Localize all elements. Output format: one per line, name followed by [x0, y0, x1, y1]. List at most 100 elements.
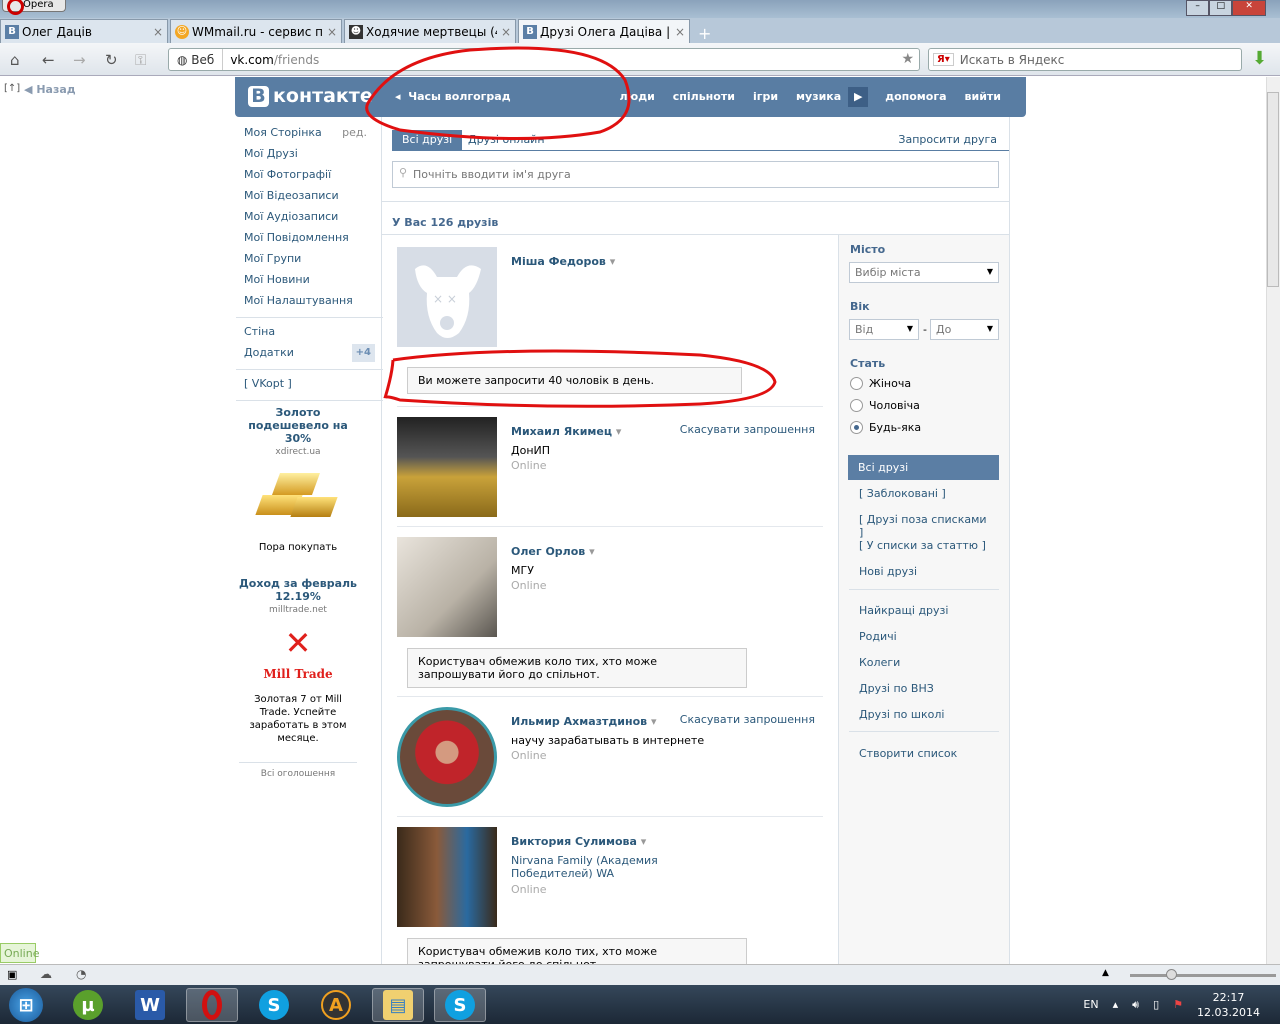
list-by-sex[interactable]: [ У списки за статтю ] — [839, 533, 1010, 558]
yandex-search-input[interactable]: Я▾ Искать в Яндекс — [928, 48, 1242, 71]
start-button[interactable]: ⊞ — [0, 988, 52, 1022]
list-new-friends[interactable]: Нові друзі — [839, 559, 1010, 584]
city-select[interactable]: Вибір міста — [849, 262, 999, 283]
panel-toggle-icon[interactable]: ▣ — [7, 968, 17, 981]
sidebar-item-news[interactable]: Мої Новини — [244, 273, 375, 294]
list-unlisted[interactable]: [ Друзі поза списками ] — [839, 507, 1010, 539]
friend-name[interactable]: Міша Федоров — [511, 255, 615, 268]
back-arrow-icon[interactable]: ← — [42, 51, 55, 69]
friend-name[interactable]: Ильмир Ахмазтдинов — [511, 715, 656, 728]
explorer-taskbar-icon[interactable]: ▤ — [372, 988, 424, 1022]
invite-friend-link[interactable]: Запросити друга — [898, 133, 997, 146]
web-badge[interactable]: ◍ Веб — [169, 49, 224, 70]
sidebar-item-messages[interactable]: Мої Повідомлення — [244, 231, 375, 252]
new-tab-button[interactable]: + — [692, 24, 717, 43]
volume-icon[interactable]: 🔊︎ — [1132, 998, 1139, 1012]
friend-photo[interactable] — [397, 707, 497, 807]
opera-taskbar-icon[interactable] — [186, 988, 238, 1022]
zoom-slider[interactable] — [1130, 969, 1276, 980]
minimize-button[interactable]: – — [1186, 0, 1210, 16]
speed-dial-icon[interactable]: ◔ — [76, 967, 86, 981]
nav-music[interactable]: музика — [787, 90, 850, 107]
nav-logout[interactable]: вийти — [956, 90, 1010, 107]
list-blocked[interactable]: [ Заблоковані ] — [839, 481, 1010, 506]
tab-friends-online[interactable]: Друзі онлайн — [458, 130, 555, 151]
sidebar-item-groups[interactable]: Мої Групи — [244, 252, 375, 273]
friend-name[interactable]: Олег Орлов — [511, 545, 595, 558]
age-to-select[interactable]: До — [930, 319, 999, 340]
sidebar-item-my-page[interactable]: Моя Сторінка ред. — [244, 126, 375, 147]
home-icon[interactable]: ⌂ — [10, 51, 20, 69]
gold-bars-image[interactable] — [254, 465, 342, 535]
reload-icon[interactable]: ↻ — [105, 51, 118, 69]
sidebar-item-photos[interactable]: Мої Фотографії — [244, 168, 375, 189]
tab-all-friends[interactable]: Всі друзі — [392, 130, 463, 151]
nav-communities[interactable]: спільноти — [664, 90, 744, 107]
sidebar-item-friends[interactable]: Мої Друзі — [244, 147, 375, 168]
sidebar-item-apps[interactable]: Додатки +4 — [244, 344, 375, 367]
friend-name[interactable]: Михаил Якимец — [511, 425, 621, 438]
action-center-icon[interactable]: ⚑ — [1173, 998, 1183, 1011]
ad-gold[interactable]: Золото подешевело на 30% xdirect.ua Пора… — [239, 406, 357, 554]
browser-tab-active[interactable]: ВДрузі Олега Даціва | 1... × — [518, 19, 690, 43]
close-window-button[interactable]: ✕ — [1232, 0, 1266, 16]
sex-female-radio[interactable]: Жіноча — [850, 377, 911, 390]
skype-taskbar-icon[interactable]: S — [248, 988, 300, 1022]
opera-menu-button[interactable]: Opera — [2, 0, 66, 15]
browser-tab[interactable]: ☻Ходячие мертвецы (4 ... × — [344, 19, 516, 43]
close-tab-icon[interactable]: × — [501, 25, 511, 39]
header-back-link[interactable]: ◂ Часы волгоград — [395, 90, 511, 103]
friend-name[interactable]: Виктория Сулимова — [511, 835, 646, 848]
friend-group-link[interactable]: Nirvana Family (Академия Победителей) WA — [511, 854, 721, 880]
list-university[interactable]: Друзі по ВНЗ — [839, 676, 1010, 701]
sidebar-item-audio[interactable]: Мої Аудіозаписи — [244, 210, 375, 231]
bookmark-star-icon[interactable]: ★ — [901, 51, 914, 67]
nav-help[interactable]: допомога — [876, 90, 955, 107]
word-taskbar-icon[interactable]: W — [124, 988, 176, 1022]
up-arrow-icon[interactable]: ▲ — [1102, 968, 1109, 978]
age-from-select[interactable]: Від — [849, 319, 919, 340]
edit-link[interactable]: ред. — [342, 126, 367, 140]
key-icon[interactable]: ⚿ — [135, 51, 146, 69]
clock[interactable]: 22:17 12.03.2014 — [1197, 990, 1260, 1020]
vk-logo[interactable]: Вконтакте — [248, 85, 373, 107]
list-relatives[interactable]: Родичі — [839, 624, 1010, 649]
scrollbar-thumb[interactable] — [1267, 92, 1279, 287]
close-tab-icon[interactable]: × — [675, 25, 685, 39]
ad-milltrade[interactable]: Доход за февраль 12.19% milltrade.net ✕ … — [239, 577, 357, 745]
friend-photo[interactable] — [397, 417, 497, 517]
friend-search-input[interactable]: Почніть вводити ім'я друга — [392, 161, 999, 188]
sidebar-item-settings[interactable]: Мої Налаштування — [244, 294, 375, 315]
browser-tab[interactable]: ☺ WMmail.ru - сервис п... × — [170, 19, 342, 43]
skype-window-taskbar-icon[interactable]: S — [434, 988, 486, 1022]
friend-photo[interactable] — [397, 827, 497, 927]
sidebar-item-wall[interactable]: Стіна — [244, 325, 375, 346]
back-link[interactable]: [↑] ◀ Назад — [4, 83, 76, 96]
cancel-invite-link[interactable]: Скасувати запрошення — [680, 423, 815, 436]
tray-expand-icon[interactable]: ▴ — [1113, 998, 1119, 1011]
ad-title[interactable]: Золото подешевело на 30% — [239, 406, 357, 445]
language-indicator[interactable]: EN — [1083, 998, 1098, 1011]
nav-games[interactable]: ігри — [744, 90, 787, 107]
network-icon[interactable]: ▯ — [1153, 998, 1159, 1011]
close-tab-icon[interactable]: × — [327, 25, 337, 39]
zoom-slider-handle[interactable] — [1166, 969, 1177, 980]
list-school[interactable]: Друзі по школі — [839, 702, 1010, 727]
play-icon[interactable]: ▶ — [848, 87, 869, 107]
sidebar-item-vkopt[interactable]: [ VKopt ] — [244, 377, 375, 398]
cloud-icon[interactable]: ☁ — [40, 967, 52, 981]
utorrent-taskbar-icon[interactable]: µ — [62, 988, 114, 1022]
aimp-taskbar-icon[interactable]: A — [310, 988, 362, 1022]
list-best-friends[interactable]: Найкращі друзі — [839, 598, 1010, 623]
ad-title[interactable]: Доход за февраль 12.19% — [239, 577, 357, 603]
list-all-friends[interactable]: Всі друзі — [848, 455, 999, 480]
forward-arrow-icon[interactable]: → — [73, 51, 86, 69]
download-arrow-icon[interactable]: ⬇ — [1252, 48, 1267, 69]
maximize-button[interactable]: □ — [1209, 0, 1233, 16]
list-colleagues[interactable]: Колеги — [839, 650, 1010, 675]
close-tab-icon[interactable]: × — [153, 25, 163, 39]
nav-people[interactable]: люди — [610, 90, 663, 107]
default-avatar[interactable]: × × — [397, 247, 497, 347]
friend-photo[interactable] — [397, 537, 497, 637]
apps-badge[interactable]: +4 — [351, 344, 375, 362]
